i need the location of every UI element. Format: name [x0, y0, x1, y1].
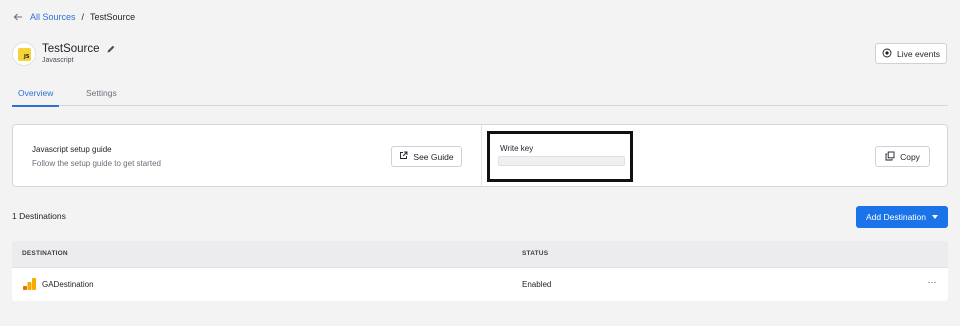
more-options-icon[interactable]: ··· [926, 277, 938, 289]
table-header: DESTINATION STATUS [12, 241, 948, 268]
tab-overview[interactable]: Overview [11, 88, 60, 107]
setup-card: Javascript setup guide Follow the setup … [12, 124, 948, 187]
column-header-status: STATUS [522, 250, 549, 257]
add-destination-button[interactable]: Add Destination [856, 206, 948, 228]
tab-bar: Overview Settings [11, 88, 948, 107]
source-type: Javascript [42, 57, 74, 64]
see-guide-label: See Guide [413, 151, 454, 162]
breadcrumb: All Sources / TestSource [12, 11, 135, 23]
card-divider [481, 125, 482, 186]
copy-icon [885, 151, 895, 163]
live-events-button[interactable]: Live events [875, 43, 947, 64]
breadcrumb-all-sources-link[interactable]: All Sources [30, 12, 76, 22]
external-link-icon [399, 151, 408, 162]
edit-pencil-icon[interactable] [106, 44, 116, 54]
caret-down-icon[interactable] [932, 215, 938, 219]
copy-button[interactable]: Copy [875, 146, 930, 167]
see-guide-button[interactable]: See Guide [391, 146, 462, 167]
write-key-box: Write key [487, 131, 633, 182]
destination-name: GADestination [42, 280, 94, 289]
source-title: TestSource [42, 43, 100, 55]
setup-guide-title: Javascript setup guide [32, 145, 112, 154]
live-events-label: Live events [897, 48, 940, 59]
write-key-value[interactable] [498, 156, 625, 166]
breadcrumb-separator: / [81, 12, 85, 22]
add-destination-label: Add Destination [865, 212, 926, 222]
destinations-count: 1 Destinations [12, 211, 66, 221]
write-key-label: Write key [500, 144, 534, 153]
destination-status: Enabled [522, 280, 552, 289]
setup-guide-subtitle: Follow the setup guide to get started [32, 159, 161, 168]
column-header-destination: DESTINATION [22, 250, 68, 257]
tab-settings[interactable]: Settings [86, 88, 117, 106]
table-row[interactable]: GADestination Enabled ··· [12, 268, 948, 301]
breadcrumb-current: TestSource [90, 12, 136, 22]
source-logo: JS [12, 42, 36, 66]
copy-label: Copy [900, 151, 920, 162]
arrow-left-icon[interactable] [12, 11, 24, 23]
destinations-table: DESTINATION STATUS GADestination Enabled… [12, 241, 948, 301]
javascript-logo-icon: JS [17, 47, 31, 61]
live-events-icon [882, 48, 892, 60]
google-analytics-icon [22, 277, 37, 291]
